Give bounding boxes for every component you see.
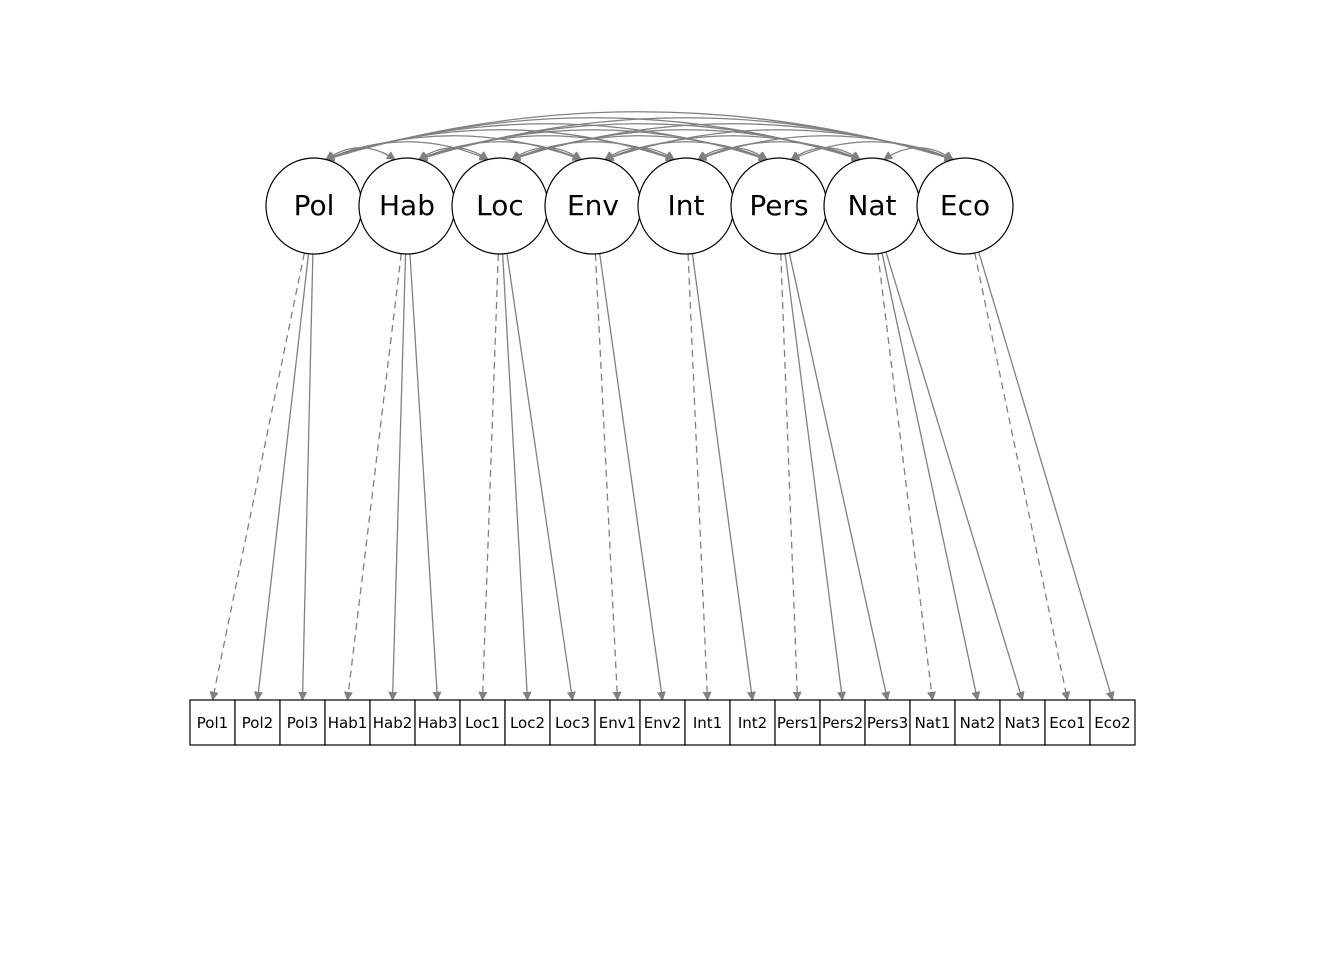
- indicator-node-int2: Int2: [730, 700, 775, 745]
- latent-label: Loc: [476, 189, 524, 222]
- indicator-label: Pol1: [197, 714, 228, 732]
- loading-arrow: [348, 254, 402, 700]
- indicator-label: Pers3: [867, 714, 908, 732]
- indicator-label: Int1: [693, 714, 722, 732]
- indicator-label: Hab1: [328, 714, 368, 732]
- indicator-label: Env2: [644, 714, 681, 732]
- indicator-label: Pol2: [242, 714, 273, 732]
- loading-arrow: [789, 253, 887, 700]
- latent-node-hab: Hab: [359, 158, 455, 254]
- indicator-node-pol2: Pol2: [235, 700, 280, 745]
- latent-node-loc: Loc: [452, 158, 548, 254]
- indicator-node-int1: Int1: [685, 700, 730, 745]
- indicator-node-pers2: Pers2: [820, 700, 865, 745]
- loading-arrow: [213, 253, 305, 700]
- indicator-node-pers1: Pers1: [775, 700, 820, 745]
- indicator-label: Nat3: [1005, 714, 1041, 732]
- sem-diagram: Pol Hab Loc Env Int Pers Nat Eco Pol1 Pol2 Pol3 Ha…: [0, 0, 1344, 960]
- loading-arrow: [975, 253, 1068, 700]
- covariance-arc: [791, 142, 953, 160]
- indicator-label: Hab3: [418, 714, 458, 732]
- loading-arrow: [692, 254, 752, 700]
- indicator-label: Loc3: [555, 714, 590, 732]
- loading-arrow: [785, 254, 842, 700]
- indicator-node-eco1: Eco1: [1045, 700, 1090, 745]
- loading-arrow: [258, 254, 309, 700]
- indicator-label: Pol3: [287, 714, 318, 732]
- indicator-label: Nat2: [960, 714, 996, 732]
- latent-node-eco: Eco: [917, 158, 1013, 254]
- latent-label: Hab: [379, 189, 435, 222]
- latent-node-int: Int: [638, 158, 734, 254]
- loading-arrow: [410, 254, 438, 700]
- loading-arrow: [303, 254, 313, 700]
- latent-label: Pol: [294, 189, 335, 222]
- indicator-label: Nat1: [915, 714, 951, 732]
- indicator-node-env2: Env2: [640, 700, 685, 745]
- indicator-node-eco2: Eco2: [1090, 700, 1135, 745]
- latent-node-nat: Nat: [824, 158, 920, 254]
- loading-arrow: [886, 252, 1023, 700]
- indicator-node-hab2: Hab2: [370, 700, 415, 745]
- loading-arrow: [979, 252, 1113, 700]
- loading-arrow: [507, 253, 573, 700]
- indicator-node-nat3: Nat3: [1000, 700, 1045, 745]
- indicator-node-nat1: Nat1: [910, 700, 955, 745]
- indicator-node-hab3: Hab3: [415, 700, 460, 745]
- indicator-node-nat2: Nat2: [955, 700, 1000, 745]
- loading-arrow: [393, 254, 406, 700]
- loading-arrow: [688, 254, 707, 700]
- indicator-node-loc3: Loc3: [550, 700, 595, 745]
- covariance-arc: [512, 142, 674, 160]
- indicator-node-pol3: Pol3: [280, 700, 325, 745]
- loading-arrow: [595, 254, 617, 700]
- loading-arrow: [483, 254, 499, 700]
- indicator-label: Eco2: [1094, 714, 1130, 732]
- covariance-arc: [326, 142, 488, 160]
- indicator-node-env1: Env1: [595, 700, 640, 745]
- latent-node-pol: Pol: [266, 158, 362, 254]
- latent-label: Env: [567, 189, 619, 222]
- loading-arrow: [503, 254, 528, 700]
- indicator-node-pers3: Pers3: [865, 700, 910, 745]
- indicator-label: Eco1: [1049, 714, 1085, 732]
- covariance-arc: [605, 142, 767, 160]
- indicator-node-loc2: Loc2: [505, 700, 550, 745]
- indicator-node-pol1: Pol1: [190, 700, 235, 745]
- indicator-label: Loc1: [465, 714, 500, 732]
- covariance-arc: [419, 142, 581, 160]
- indicator-node-loc1: Loc1: [460, 700, 505, 745]
- loading-arrow: [600, 254, 663, 700]
- loading-arrow: [878, 254, 933, 700]
- loading-arrow: [781, 254, 798, 700]
- latent-label: Nat: [847, 189, 896, 222]
- latent-node-pers: Pers: [731, 158, 827, 254]
- indicator-label: Loc2: [510, 714, 545, 732]
- covariance-arc: [698, 142, 860, 160]
- indicator-label: Pers1: [777, 714, 818, 732]
- latent-node-env: Env: [545, 158, 641, 254]
- loading-arrow: [882, 253, 977, 700]
- latent-label: Int: [668, 189, 705, 222]
- indicator-label: Int2: [738, 714, 767, 732]
- indicator-label: Hab2: [373, 714, 413, 732]
- latent-label: Eco: [940, 189, 990, 222]
- indicator-label: Pers2: [822, 714, 863, 732]
- indicator-node-hab1: Hab1: [325, 700, 370, 745]
- indicator-label: Env1: [599, 714, 636, 732]
- latent-label: Pers: [749, 189, 808, 222]
